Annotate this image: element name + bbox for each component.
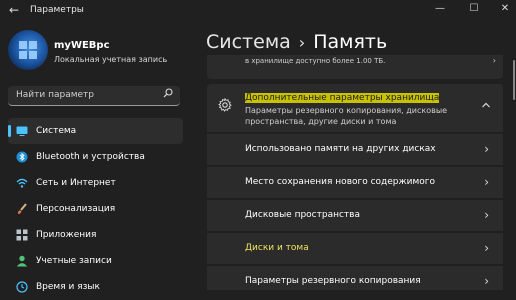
sidebar-item-label: Время и язык [36, 282, 100, 292]
avatar [8, 30, 48, 70]
apps-icon [16, 229, 28, 241]
windows-logo-icon [19, 41, 37, 59]
wifi-icon [16, 178, 28, 188]
bluetooth-icon [16, 151, 28, 163]
scrollbar[interactable] [513, 60, 515, 100]
breadcrumb-parent[interactable]: Система [206, 31, 291, 53]
sidebar-item-label: Учетные записи [36, 256, 112, 266]
row-label: Диски и тома [245, 243, 309, 253]
title-bar: ← Параметры — ☐ ✕ [0, 0, 516, 22]
advanced-storage-settings-expander[interactable]: Дополнительные параметры хранилища Парам… [207, 84, 503, 132]
back-arrow-icon[interactable]: ← [9, 3, 19, 17]
row-disks-volumes[interactable]: Диски и тома › [207, 232, 503, 264]
page-title: Память [313, 31, 388, 53]
chevron-right-icon: › [484, 175, 489, 189]
sidebar-item-label: Персонализация [36, 204, 116, 214]
sidebar-item-label: Сеть и Интернет [36, 178, 116, 188]
user-name: myWEBpc [54, 40, 110, 51]
active-indicator [8, 125, 11, 137]
row-label: Место сохранения нового содержимого [245, 177, 436, 187]
advanced-settings-title: Дополнительные параметры хранилища [245, 93, 440, 103]
sidebar-nav: Система Bluetooth и устройства Сеть и Ин… [8, 118, 183, 300]
sidebar-item-bluetooth[interactable]: Bluetooth и устройства [8, 144, 183, 170]
time-language-icon [16, 281, 28, 293]
sidebar-item-system[interactable]: Система [8, 118, 183, 144]
advanced-settings-description: Параметры резервного копирования, дисков… [245, 106, 448, 126]
sidebar-item-time-language[interactable]: Время и язык [8, 274, 183, 300]
sidebar-item-label: Система [36, 126, 77, 136]
breadcrumb-separator: › [298, 33, 306, 52]
maximize-button[interactable]: ☐ [464, 1, 484, 17]
user-profile[interactable]: myWEBpc Локальная учетная запись [8, 30, 198, 74]
accounts-icon [16, 255, 28, 267]
search-input[interactable]: Найти параметр [8, 86, 180, 106]
row-label: Дисковые пространства [245, 210, 360, 220]
close-button[interactable]: ✕ [495, 1, 515, 17]
chevron-right-icon: › [484, 241, 489, 255]
search-placeholder: Найти параметр [16, 90, 94, 100]
gear-icon [218, 98, 232, 112]
minimize-button[interactable]: — [430, 1, 450, 17]
storage-summary-card[interactable]: в хранилище доступно более 1.00 ТБ. › [207, 55, 503, 79]
sidebar-item-personalization[interactable]: Персонализация [8, 196, 183, 222]
system-display-icon [16, 126, 28, 136]
row-label: Параметры резервного копирования [245, 276, 421, 286]
chevron-right-icon: › [484, 142, 489, 156]
row-storage-spaces[interactable]: Дисковые пространства › [207, 199, 503, 231]
breadcrumb: Система › Память [206, 31, 387, 53]
sidebar-item-accounts[interactable]: Учетные записи [8, 248, 183, 274]
storage-summary-text: в хранилище доступно более 1.00 ТБ. [245, 57, 386, 65]
sidebar-item-apps[interactable]: Приложения [8, 222, 183, 248]
sidebar-item-network[interactable]: Сеть и Интернет [8, 170, 183, 196]
sidebar-item-label: Bluetooth и устройства [36, 152, 145, 162]
brush-icon [17, 203, 27, 214]
window-title: Параметры [30, 5, 84, 15]
row-backup-options[interactable]: Параметры резервного копирования › [207, 265, 503, 290]
chevron-up-icon[interactable] [481, 100, 491, 110]
chevron-right-icon: › [484, 274, 489, 288]
row-other-drives-usage[interactable]: Использовано памяти на других дисках › [207, 133, 503, 165]
search-icon[interactable] [163, 88, 173, 98]
row-new-content-location[interactable]: Место сохранения нового содержимого › [207, 166, 503, 198]
chevron-right-icon: › [492, 56, 496, 65]
chevron-right-icon: › [484, 208, 489, 222]
sidebar-item-label: Приложения [36, 230, 97, 240]
account-type: Локальная учетная запись [54, 55, 168, 64]
row-label: Использовано памяти на других дисках [245, 144, 436, 154]
